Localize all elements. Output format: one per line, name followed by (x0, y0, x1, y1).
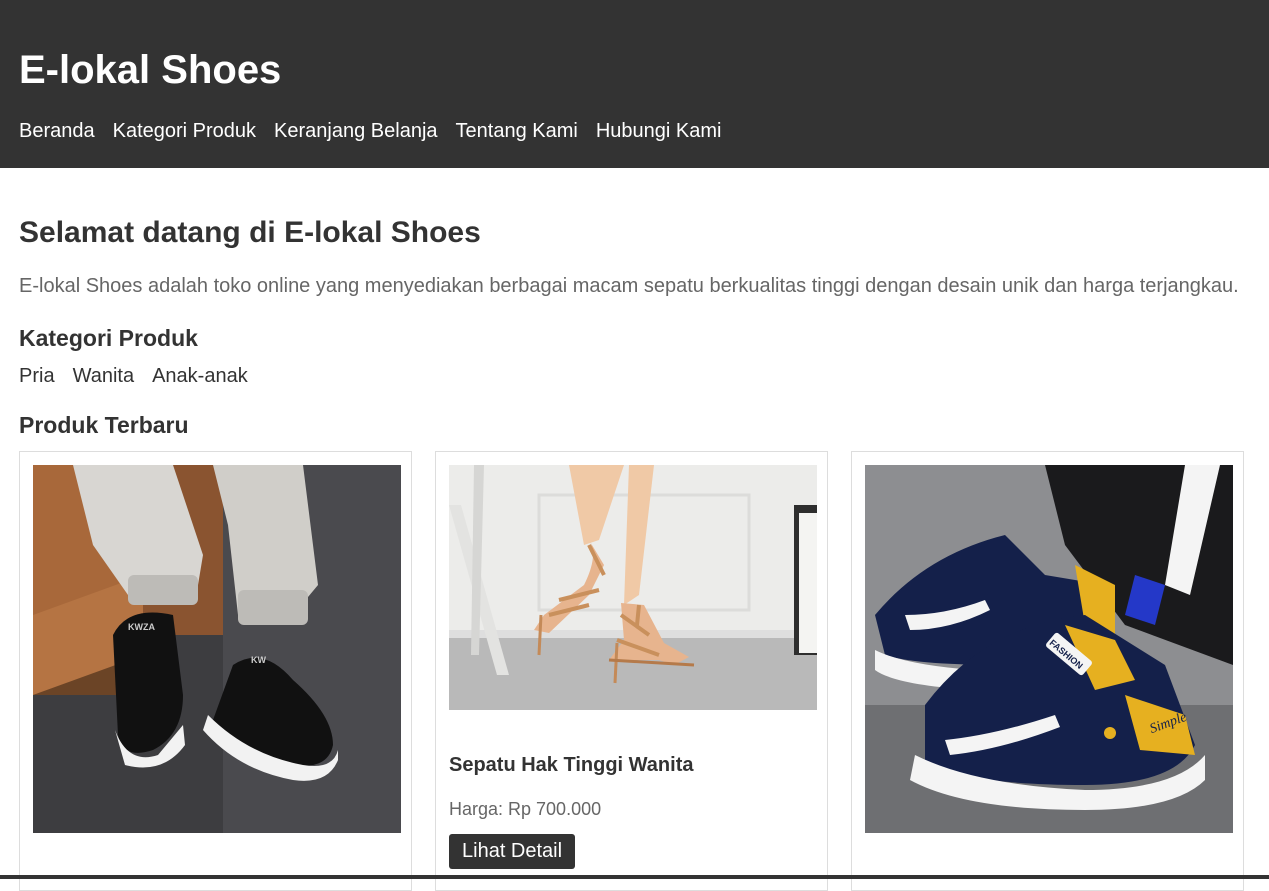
product-price: Harga: Rp 700.000 (449, 799, 602, 819)
nav-item-keranjang-belanja[interactable]: Keranjang Belanja (274, 118, 437, 144)
category-link-anak-anak[interactable]: Anak-anak (152, 363, 248, 389)
view-detail-button[interactable]: Lihat Detail (449, 834, 576, 869)
svg-text:KW: KW (251, 655, 266, 665)
footer-edge (0, 875, 1269, 879)
site-header: E-lokal Shoes Beranda Kategori Produk Ke… (0, 0, 1269, 168)
nav-item-beranda[interactable]: Beranda (19, 118, 95, 144)
product-image-black-sneakers[interactable]: KWZA KW (33, 465, 401, 833)
product-card: FASHION Simple (851, 451, 1244, 891)
product-image-high-heels[interactable] (449, 465, 817, 710)
nav-item-kategori-produk[interactable]: Kategori Produk (113, 118, 256, 144)
svg-text:KWZA: KWZA (128, 622, 155, 632)
intro-text: E-lokal Shoes adalah toko online yang me… (19, 275, 1239, 297)
new-products-heading: Produk Terbaru (19, 412, 189, 438)
nav-item-hubungi-kami[interactable]: Hubungi Kami (596, 118, 722, 144)
product-image-kids-sneakers[interactable]: FASHION Simple (865, 465, 1233, 833)
welcome-heading: Selamat datang di E-lokal Shoes (19, 216, 481, 249)
category-link-wanita[interactable]: Wanita (73, 363, 135, 389)
category-link-pria[interactable]: Pria (19, 363, 55, 389)
category-list: Pria Wanita Anak-anak (19, 363, 248, 389)
product-card: KWZA KW (19, 451, 412, 891)
nav-item-tentang-kami[interactable]: Tentang Kami (456, 118, 578, 144)
main-nav: Beranda Kategori Produk Keranjang Belanj… (19, 118, 721, 144)
product-name[interactable]: Sepatu Hak Tinggi Wanita (449, 752, 693, 778)
product-card: Sepatu Hak Tinggi Wanita Harga: Rp 700.0… (435, 451, 828, 891)
site-title: E-lokal Shoes (19, 48, 282, 92)
categories-heading: Kategori Produk (19, 325, 198, 351)
